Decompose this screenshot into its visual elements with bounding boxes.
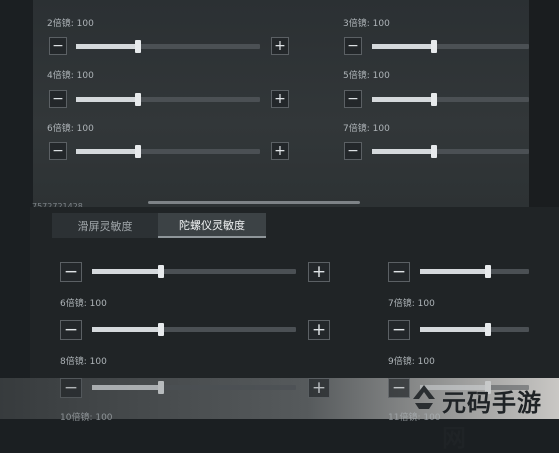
tab-swipe-sensitivity[interactable]: 滑屏灵敏度 [52,213,158,238]
slider-5x-thumb[interactable] [431,93,437,106]
slider-6x[interactable] [76,145,260,158]
label-6x: 6倍镜: 100 [47,124,94,134]
decrease-3x-button[interactable]: − [344,37,362,55]
slider-5x-fill [372,97,435,102]
slider-gyro-6x[interactable] [92,323,296,336]
slider-gyro-row1[interactable] [92,265,296,278]
label-gyro-10x: 10倍镜: 100 [60,413,113,423]
slider-gyro-7x-thumb[interactable] [485,323,491,336]
slider-3x[interactable] [372,40,529,53]
decrease-6x-button[interactable]: − [49,142,67,160]
tab-gyro-sensitivity[interactable]: 陀螺仪灵敏度 [158,213,266,238]
slider-gyro-8x[interactable] [92,381,296,394]
slider-3x-fill [372,44,435,49]
label-gyro-6x: 6倍镜: 100 [60,299,107,309]
label-gyro-7x: 7倍镜: 100 [388,299,435,309]
slider-gyro-7x-fill [420,327,488,332]
slider-7x-thumb[interactable] [431,145,437,158]
slider-4x-thumb[interactable] [135,93,141,106]
slider-4x-fill [76,97,139,102]
label-3x: 3倍镜: 100 [343,19,390,29]
slider-gyro-6x-thumb[interactable] [158,323,164,336]
slider-2x-fill [76,44,139,49]
decrease-gyro-7x-button[interactable]: − [388,320,410,340]
slider-6x-thumb[interactable] [135,145,141,158]
label-gyro-9x: 9倍镜: 100 [388,357,435,367]
slider-gyro-8x-thumb[interactable] [158,381,164,394]
watermark-text: 元码手游网 [442,389,542,452]
label-5x: 5倍镜: 100 [343,71,390,81]
label-gyro-11x: 11倍镜: 100 [388,413,441,423]
increase-4x-button[interactable]: + [271,90,289,108]
label-gyro-8x: 8倍镜: 100 [60,357,107,367]
slider-gyro-6x-fill [92,327,162,332]
decrease-gyro-row1-right-button[interactable]: − [388,262,410,282]
increase-2x-button[interactable]: + [271,37,289,55]
slider-3x-thumb[interactable] [431,40,437,53]
slider-gyro-row1-right-fill [420,269,488,274]
label-2x: 2倍镜: 100 [47,19,94,29]
increase-gyro-8x-button[interactable]: + [308,378,330,398]
decrease-7x-button[interactable]: − [344,142,362,160]
increase-6x-button[interactable]: + [271,142,289,160]
decrease-gyro-8x-button[interactable]: − [60,378,82,398]
slider-gyro-row1-right[interactable] [420,265,529,278]
slider-gyro-row1-fill [92,269,162,274]
decrease-gyro-9x-button[interactable]: − [388,378,410,398]
slider-gyro-row1-thumb[interactable] [158,265,164,278]
label-7x: 7倍镜: 100 [343,124,390,134]
horizontal-scrollbar[interactable] [148,201,360,204]
slider-4x[interactable] [76,93,260,106]
slider-7x[interactable] [372,145,529,158]
slider-gyro-7x[interactable] [420,323,529,336]
slider-5x[interactable] [372,93,529,106]
slider-6x-fill [76,149,139,154]
right-edge [529,0,559,207]
slider-2x-thumb[interactable] [135,40,141,53]
decrease-5x-button[interactable]: − [344,90,362,108]
decrease-4x-button[interactable]: − [49,90,67,108]
slider-7x-fill [372,149,435,154]
slider-gyro-row1-right-thumb[interactable] [485,265,491,278]
decrease-gyro-row1-button[interactable]: − [60,262,82,282]
decrease-gyro-6x-button[interactable]: − [60,320,82,340]
slider-2x[interactable] [76,40,260,53]
slider-gyro-8x-fill [92,385,162,390]
watermark-logo-icon [413,385,435,409]
increase-gyro-6x-button[interactable]: + [308,320,330,340]
decrease-2x-button[interactable]: − [49,37,67,55]
label-4x: 4倍镜: 100 [47,71,94,81]
increase-gyro-row1-button[interactable]: + [308,262,330,282]
